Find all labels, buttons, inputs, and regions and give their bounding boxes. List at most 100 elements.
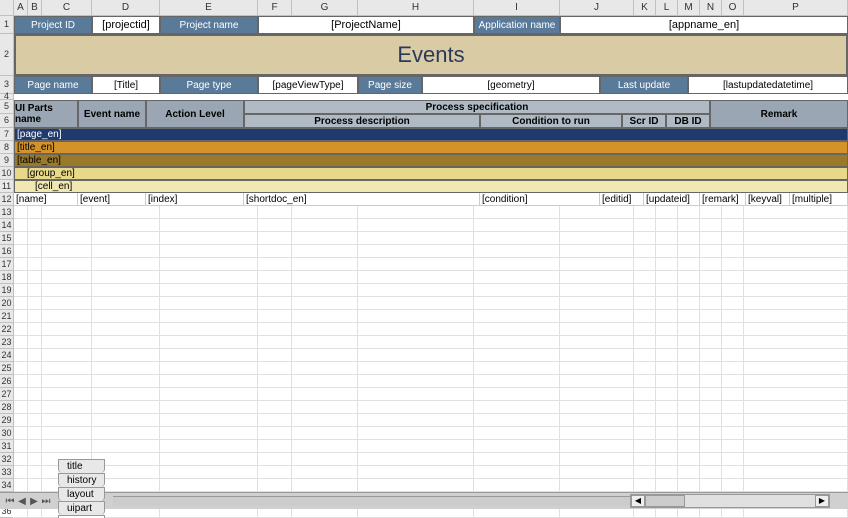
row-2[interactable]: 2	[0, 34, 13, 76]
col-P[interactable]: P	[744, 0, 848, 15]
row-14[interactable]: 14	[0, 219, 13, 232]
row-29[interactable]: 29	[0, 414, 13, 427]
row-22[interactable]: 22	[0, 323, 13, 336]
col-I[interactable]: I	[474, 0, 560, 15]
data-row[interactable]: [name] [event] [index] [shortdoc_en] [co…	[14, 193, 848, 206]
grid-row[interactable]	[14, 271, 848, 284]
col-G[interactable]: G	[292, 0, 358, 15]
band-group[interactable]: [group_en]	[14, 167, 848, 180]
row-13[interactable]: 13	[0, 206, 13, 219]
row-23[interactable]: 23	[0, 336, 13, 349]
row-27[interactable]: 27	[0, 388, 13, 401]
grid-row[interactable]	[14, 323, 848, 336]
cell-remark[interactable]: [remark]	[700, 193, 746, 206]
row-26[interactable]: 26	[0, 375, 13, 388]
cell-condition[interactable]: [condition]	[480, 193, 600, 206]
row-8[interactable]: 8	[0, 141, 13, 154]
grid-row[interactable]	[14, 440, 848, 453]
row-16[interactable]: 16	[0, 245, 13, 258]
row-19[interactable]: 19	[0, 284, 13, 297]
col-K[interactable]: K	[634, 0, 656, 15]
col-L[interactable]: L	[656, 0, 678, 15]
row-33[interactable]: 33	[0, 466, 13, 479]
col-F[interactable]: F	[258, 0, 292, 15]
row-6[interactable]: 6	[0, 114, 13, 128]
grid-row[interactable]	[14, 388, 848, 401]
grid-row[interactable]	[14, 258, 848, 271]
row-15[interactable]: 15	[0, 232, 13, 245]
col-H[interactable]: H	[358, 0, 474, 15]
grid-row[interactable]	[14, 310, 848, 323]
cell-index[interactable]: [index]	[146, 193, 244, 206]
page-name-value[interactable]: [Title]	[92, 76, 160, 94]
tab-prev-icon[interactable]: ◀	[16, 496, 28, 507]
select-all-corner[interactable]	[0, 0, 14, 16]
row-5[interactable]: 5	[0, 100, 13, 114]
grid-row[interactable]	[14, 427, 848, 440]
grid-row[interactable]	[14, 232, 848, 245]
scroll-left-icon[interactable]: ◀	[631, 495, 645, 507]
col-A[interactable]: A	[14, 0, 28, 15]
grid-row[interactable]	[14, 336, 848, 349]
row-17[interactable]: 17	[0, 258, 13, 271]
cell-multiple[interactable]: [multiple]	[790, 193, 848, 206]
grid-row[interactable]	[14, 206, 848, 219]
grid-row[interactable]	[14, 453, 848, 466]
col-E[interactable]: E	[160, 0, 258, 15]
band-table[interactable]: [table_en]	[14, 154, 848, 167]
col-M[interactable]: M	[678, 0, 700, 15]
cell-event[interactable]: [event]	[78, 193, 146, 206]
band-title[interactable]: [title_en]	[14, 141, 848, 154]
col-C[interactable]: C	[42, 0, 92, 15]
scroll-thumb[interactable]	[645, 495, 685, 507]
row-25[interactable]: 25	[0, 362, 13, 375]
grid-row[interactable]	[14, 297, 848, 310]
cell-shortdoc[interactable]: [shortdoc_en]	[244, 193, 480, 206]
grid-row[interactable]	[14, 375, 848, 388]
row-7[interactable]: 7	[0, 128, 13, 141]
row-30[interactable]: 30	[0, 427, 13, 440]
sheet-tab-layout[interactable]: layout	[58, 487, 105, 501]
row-1[interactable]: 1	[0, 16, 13, 34]
row-34[interactable]: 34	[0, 479, 13, 492]
row-32[interactable]: 32	[0, 453, 13, 466]
cell-editid[interactable]: [editid]	[600, 193, 644, 206]
project-id-value[interactable]: [projectid]	[92, 16, 160, 34]
grid-row[interactable]	[14, 479, 848, 492]
cell-name[interactable]: [name]	[14, 193, 78, 206]
row-21[interactable]: 21	[0, 310, 13, 323]
grid-row[interactable]	[14, 362, 848, 375]
tab-last-icon[interactable]: ⏭	[40, 496, 52, 507]
grid-row[interactable]	[14, 401, 848, 414]
cell-keyval[interactable]: [keyval]	[746, 193, 790, 206]
row-18[interactable]: 18	[0, 271, 13, 284]
grid-row[interactable]	[14, 466, 848, 479]
row-12[interactable]: 12	[0, 193, 13, 206]
row-31[interactable]: 31	[0, 440, 13, 453]
col-D[interactable]: D	[92, 0, 160, 15]
project-name-value[interactable]: [ProjectName]	[258, 16, 474, 34]
row-28[interactable]: 28	[0, 401, 13, 414]
col-O[interactable]: O	[722, 0, 744, 15]
col-B[interactable]: B	[28, 0, 42, 15]
col-N[interactable]: N	[700, 0, 722, 15]
col-J[interactable]: J	[560, 0, 634, 15]
scroll-right-icon[interactable]: ▶	[815, 495, 829, 507]
horizontal-scrollbar[interactable]: ◀ ▶	[630, 494, 830, 508]
page-type-value[interactable]: [pageViewType]	[258, 76, 358, 94]
tab-next-icon[interactable]: ▶	[28, 496, 40, 507]
grid-row[interactable]	[14, 284, 848, 297]
grid-row[interactable]	[14, 349, 848, 362]
page-size-value[interactable]: [geometry]	[422, 76, 600, 94]
row-9[interactable]: 9	[0, 154, 13, 167]
cell-updateid[interactable]: [updateid]	[644, 193, 700, 206]
grid-row[interactable]	[14, 245, 848, 258]
sheet-tab-title[interactable]: title	[58, 459, 105, 473]
row-11[interactable]: 11	[0, 180, 13, 193]
row-10[interactable]: 10	[0, 167, 13, 180]
band-cell[interactable]: [cell_en]	[14, 180, 848, 193]
row-24[interactable]: 24	[0, 349, 13, 362]
tab-first-icon[interactable]: ⏮	[4, 496, 16, 507]
last-update-value[interactable]: [lastupdatedatetime]	[688, 76, 848, 94]
sheet-tab-history[interactable]: history	[58, 473, 105, 487]
